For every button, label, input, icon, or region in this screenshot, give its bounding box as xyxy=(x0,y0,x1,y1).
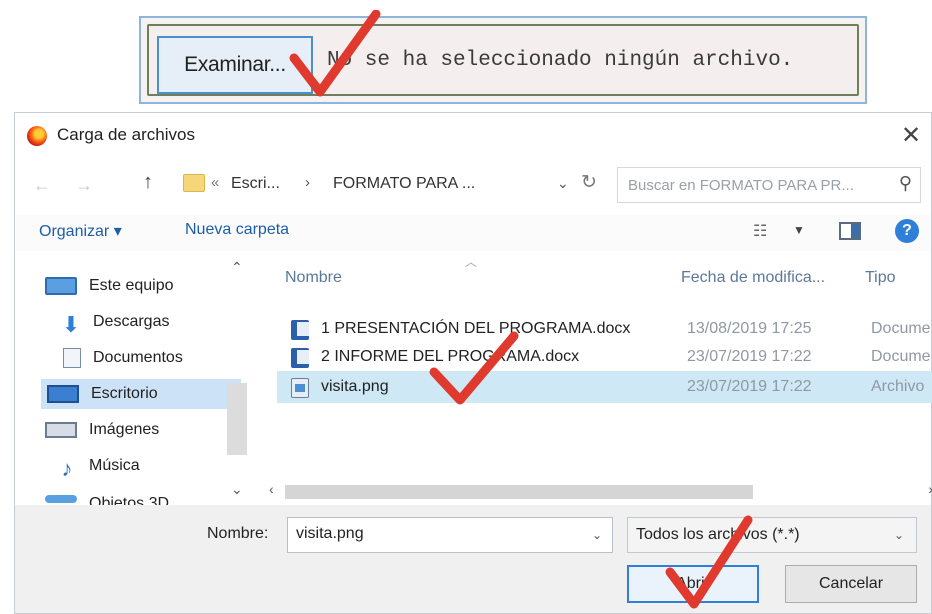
nav-item-objetos-3d[interactable]: Objetos 3D xyxy=(45,485,243,505)
nav-item-descargas[interactable]: ⬇ Descargas xyxy=(55,307,253,337)
desktop-icon xyxy=(47,385,79,403)
dialog-footer: Nombre: ⌄ Todos los archivos (*.*) ⌄ Abr… xyxy=(15,505,931,613)
search-input[interactable] xyxy=(628,174,884,196)
breadcrumb-item[interactable]: Escri... xyxy=(231,175,280,193)
nav-item-label: Este equipo xyxy=(89,277,174,294)
no-file-status: No se ha seleccionado ningún archivo. xyxy=(327,48,794,72)
file-type: Docume xyxy=(871,320,931,337)
scroll-down-icon[interactable]: ⌄ xyxy=(231,481,243,498)
file-name: 2 INFORME DEL PROGRAMA.docx xyxy=(321,348,580,365)
nav-item-label: Escritorio xyxy=(91,385,158,402)
cancel-button[interactable]: Cancelar xyxy=(785,565,917,603)
preview-pane-icon[interactable] xyxy=(839,222,861,240)
file-name-field[interactable]: ⌄ xyxy=(287,517,613,553)
nav-item-label: Objetos 3D xyxy=(89,495,170,505)
dialog-titlebar: Carga de archivos ✕ xyxy=(15,113,931,157)
word-doc-icon xyxy=(291,348,309,368)
objects-3d-icon xyxy=(45,495,77,503)
browse-button[interactable]: Examinar... xyxy=(157,36,313,94)
firefox-icon xyxy=(27,126,47,146)
address-row: ← → ↑ « Escri... › FORMATO PARA ... ⌄ ↻ … xyxy=(15,165,931,205)
column-header-type[interactable]: Tipo xyxy=(865,269,896,287)
file-type-select[interactable]: Todos los archivos (*.*) ⌄ xyxy=(627,517,917,553)
file-type: Archivo xyxy=(871,378,925,395)
forward-arrow-icon[interactable]: → xyxy=(75,175,93,196)
file-input-widget: Examinar... No se ha seleccionado ningún… xyxy=(139,16,867,104)
word-doc-icon xyxy=(291,320,309,340)
file-row-selected[interactable]: visita.png 23/07/2019 17:22 Archivo xyxy=(277,371,932,403)
file-name-label: Nombre: xyxy=(207,525,269,542)
dialog-title: Carga de archivos xyxy=(57,125,195,144)
column-header-name[interactable]: Nombre xyxy=(285,269,342,287)
breadcrumb-separator: › xyxy=(305,174,310,191)
breadcrumb-overflow[interactable]: « xyxy=(211,174,219,191)
file-name-input[interactable] xyxy=(296,525,566,543)
computer-icon xyxy=(45,277,77,295)
breadcrumb-item[interactable]: FORMATO PARA ... xyxy=(333,175,475,193)
organize-button[interactable]: Organizar ▾ xyxy=(39,221,122,241)
chevron-down-icon: ⌄ xyxy=(893,528,904,542)
scroll-left-icon[interactable]: ‹ xyxy=(269,481,274,497)
file-type-value: Todos los archivos (*.*) xyxy=(636,526,800,543)
nav-item-musica[interactable]: ♪ Música xyxy=(51,451,249,481)
nav-item-escritorio[interactable]: Escritorio xyxy=(41,379,241,409)
refresh-icon[interactable]: ↻ xyxy=(581,171,597,194)
search-box: ⚲ xyxy=(617,167,921,203)
file-row[interactable]: 2 INFORME DEL PROGRAMA.docx 23/07/2019 1… xyxy=(277,341,932,373)
back-arrow-icon[interactable]: ← xyxy=(33,175,51,196)
download-icon: ⬇ xyxy=(61,312,81,337)
music-icon: ♪ xyxy=(61,456,73,481)
close-icon[interactable]: ✕ xyxy=(895,119,927,151)
file-input-frame: Examinar... No se ha seleccionado ningún… xyxy=(147,24,859,96)
search-icon[interactable]: ⚲ xyxy=(899,173,912,194)
horizontal-scrollbar-thumb[interactable] xyxy=(285,485,753,499)
horizontal-scrollbar[interactable]: ‹ › xyxy=(269,481,932,503)
file-date: 23/07/2019 17:22 xyxy=(687,348,812,365)
nav-item-label: Imágenes xyxy=(89,421,160,438)
open-button[interactable]: Abrir xyxy=(627,565,759,603)
nav-item-label: Música xyxy=(89,457,140,474)
navigation-pane: Este equipo ⬇ Descargas Documentos Escri… xyxy=(15,255,251,505)
dialog-toolbar: Organizar ▾ Nueva carpeta ☷ ▼ ? xyxy=(15,215,931,251)
scroll-up-icon[interactable]: ⌃ xyxy=(231,259,243,276)
file-name: visita.png xyxy=(321,378,389,395)
nav-item-imagenes[interactable]: Imágenes xyxy=(45,415,243,445)
column-header-date[interactable]: Fecha de modifica... xyxy=(681,269,825,287)
file-date: 13/08/2019 17:25 xyxy=(687,320,812,337)
new-folder-button[interactable]: Nueva carpeta xyxy=(185,221,289,239)
up-arrow-icon[interactable]: ↑ xyxy=(143,171,153,194)
file-upload-dialog: Carga de archivos ✕ ← → ↑ « Escri... › F… xyxy=(14,112,932,614)
address-bar[interactable]: « Escri... › FORMATO PARA ... ⌄ ↻ xyxy=(177,167,613,203)
image-file-icon xyxy=(291,378,309,398)
file-list: Nombre ︿ Fecha de modifica... Tipo 1 PRE… xyxy=(269,255,932,505)
chevron-down-icon[interactable]: ⌄ xyxy=(592,528,602,542)
nav-item-este-equipo[interactable]: Este equipo xyxy=(45,271,243,301)
sort-ascending-icon: ︿ xyxy=(465,255,478,269)
file-date: 23/07/2019 17:22 xyxy=(687,378,812,395)
file-type: Docume xyxy=(871,348,931,365)
documents-icon xyxy=(63,348,81,368)
file-name: 1 PRESENTACIÓN DEL PROGRAMA.docx xyxy=(321,320,631,337)
nav-scrollbar-thumb[interactable] xyxy=(227,383,247,455)
pictures-icon xyxy=(45,422,77,438)
nav-item-documentos[interactable]: Documentos xyxy=(55,343,253,373)
folder-icon xyxy=(183,174,205,192)
nav-item-label: Descargas xyxy=(93,313,170,330)
chevron-down-icon[interactable]: ▼ xyxy=(793,223,805,237)
help-icon[interactable]: ? xyxy=(895,219,919,243)
chevron-down-icon[interactable]: ⌄ xyxy=(557,175,569,192)
view-options-icon[interactable]: ☷ xyxy=(753,221,767,241)
scroll-right-icon[interactable]: › xyxy=(928,481,932,497)
nav-item-label: Documentos xyxy=(93,349,183,366)
